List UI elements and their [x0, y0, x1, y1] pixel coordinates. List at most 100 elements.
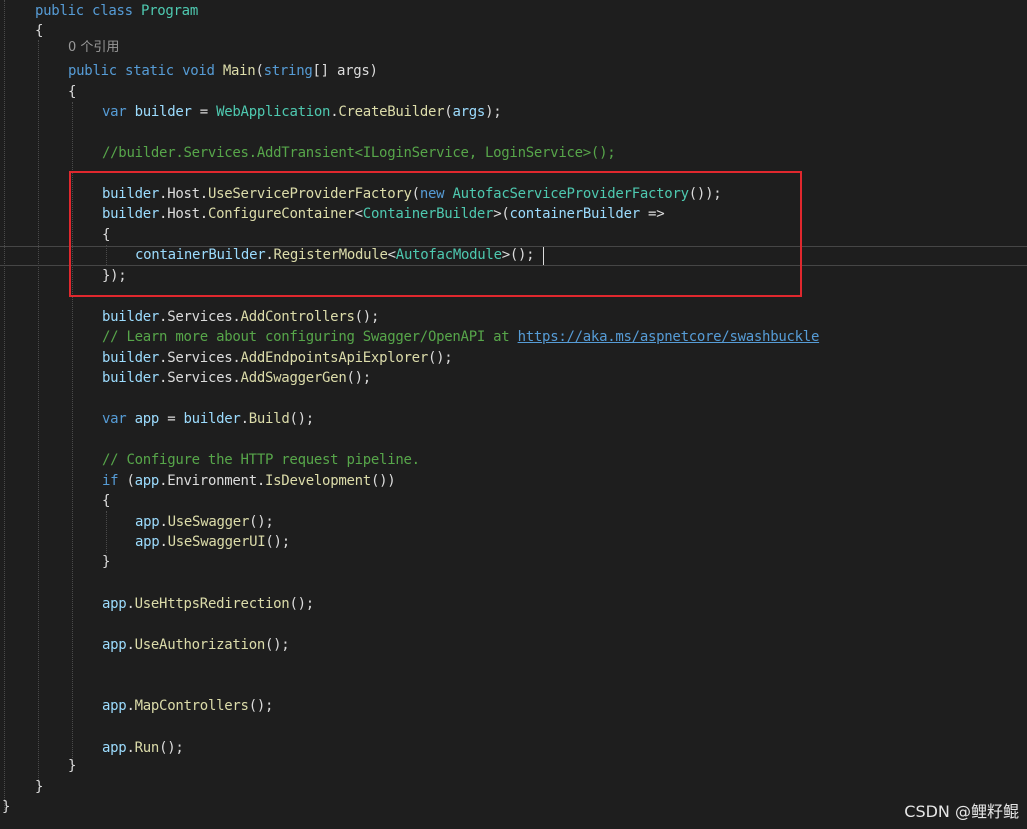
code-token: //builder.Services.AddTransient<ILoginSe… — [102, 145, 616, 161]
code-line[interactable]: var app = builder.Build(); — [102, 409, 314, 429]
code-line[interactable]: } — [102, 552, 110, 572]
code-token: .Environment. — [159, 473, 265, 489]
code-token: ()) — [370, 473, 396, 489]
code-token: { — [35, 23, 44, 39]
code-token: } — [2, 799, 11, 815]
code-token: ( — [126, 473, 135, 489]
code-token: . — [240, 411, 249, 427]
watermark: CSDN @鲤籽鲲 — [904, 802, 1019, 821]
code-token: (); — [289, 596, 314, 612]
code-token: app — [134, 473, 160, 489]
code-token: = — [159, 411, 184, 427]
code-token: WebApplication — [216, 104, 331, 120]
code-token: app — [102, 698, 127, 714]
reference-count-codelens[interactable]: 0 个引用 — [68, 38, 119, 58]
code-line[interactable]: app.Run(); — [102, 738, 184, 758]
code-token: (); — [346, 370, 371, 386]
code-line[interactable]: public class Program — [35, 1, 198, 21]
code-token: app — [135, 514, 160, 530]
code-line[interactable]: app.UseHttpsRedirection(); — [102, 594, 314, 614]
code-line[interactable]: } — [2, 797, 10, 817]
code-line[interactable]: app.MapControllers(); — [102, 696, 273, 716]
code-token: // Learn more about configuring Swagger/… — [102, 329, 518, 345]
code-line[interactable]: app.UseSwagger(); — [135, 512, 274, 532]
code-line[interactable]: // Learn more about configuring Swagger/… — [102, 327, 819, 347]
code-token: .Services. — [159, 350, 241, 366]
code-line[interactable]: } — [68, 756, 76, 776]
code-token: var — [102, 411, 135, 427]
code-token: app — [102, 596, 127, 612]
code-token: UseAuthorization — [134, 637, 266, 653]
code-token: . — [159, 534, 168, 550]
indent-guide — [4, 0, 5, 810]
code-line[interactable]: public static void Main(string[] args) — [68, 61, 378, 81]
highlight-annotation-box — [69, 171, 802, 297]
code-token: AddSwaggerGen — [240, 370, 347, 386]
code-token: (); — [249, 514, 274, 530]
code-line[interactable]: app.UseAuthorization(); — [102, 635, 290, 655]
code-token: } — [102, 554, 111, 570]
code-line[interactable]: } — [35, 777, 43, 797]
code-token: builder — [102, 350, 160, 366]
code-token: Main — [222, 63, 256, 79]
code-token: . — [126, 637, 135, 653]
code-token: { — [102, 493, 111, 509]
code-token: builder — [102, 309, 160, 325]
code-token: var — [102, 104, 135, 120]
code-token: ); — [485, 104, 502, 120]
code-token: (); — [427, 350, 453, 366]
code-token: . — [126, 698, 135, 714]
code-line[interactable]: { — [102, 491, 110, 511]
code-token: app — [102, 637, 127, 653]
code-token: AddControllers — [240, 309, 355, 325]
code-token: (); — [265, 534, 290, 550]
code-editor[interactable]: 0 个引用 public class Program { public static… — [0, 0, 1027, 829]
code-token: builder — [183, 411, 241, 427]
code-token: builder — [134, 104, 192, 120]
code-line[interactable]: //builder.Services.AddTransient<ILoginSe… — [102, 143, 616, 163]
code-token: { — [68, 84, 77, 100]
code-token: IsDevelopment — [265, 473, 371, 489]
code-line[interactable]: if (app.Environment.IsDevelopment()) — [102, 471, 396, 491]
code-token: = — [191, 104, 217, 120]
code-token: . — [126, 740, 135, 756]
code-line[interactable]: builder.Services.AddEndpointsApiExplorer… — [102, 348, 453, 368]
code-token: builder — [102, 370, 160, 386]
code-line[interactable]: { — [68, 82, 76, 102]
code-token: public static void — [68, 63, 223, 79]
code-token: app — [134, 411, 160, 427]
code-token: (); — [354, 309, 380, 325]
code-link[interactable]: https://aka.ms/aspnetcore/swashbuckle — [518, 329, 820, 345]
code-token: (); — [265, 637, 290, 653]
code-line[interactable]: var builder = WebApplication.CreateBuild… — [102, 102, 502, 122]
code-token: string — [263, 63, 313, 79]
code-token: (); — [289, 411, 314, 427]
code-token: UseSwaggerUI — [167, 534, 266, 550]
code-token: . — [159, 514, 168, 530]
code-token: (); — [248, 698, 274, 714]
code-token: ( — [255, 63, 264, 79]
code-token: [] args) — [312, 63, 378, 79]
code-token: app — [135, 534, 160, 550]
code-token: Program — [140, 3, 198, 19]
code-token: UseHttpsRedirection — [134, 596, 290, 612]
code-token: args — [452, 104, 486, 120]
code-token: app — [102, 740, 127, 756]
code-token: Run — [134, 740, 160, 756]
code-line[interactable]: { — [35, 21, 43, 41]
code-token: MapControllers — [134, 698, 249, 714]
code-line[interactable]: app.UseSwaggerUI(); — [135, 532, 290, 552]
code-token: (); — [159, 740, 184, 756]
code-token: AddEndpointsApiExplorer — [240, 350, 429, 366]
code-line[interactable]: // Configure the HTTP request pipeline. — [102, 450, 420, 470]
code-token: } — [35, 779, 44, 795]
code-line[interactable]: builder.Services.AddSwaggerGen(); — [102, 368, 371, 388]
code-token: } — [68, 758, 77, 774]
code-token: public class — [35, 3, 141, 19]
code-token: .Services. — [159, 309, 241, 325]
code-token: if — [102, 473, 127, 489]
indent-guide — [106, 511, 107, 553]
code-token: Build — [248, 411, 290, 427]
code-line[interactable]: builder.Services.AddControllers(); — [102, 307, 379, 327]
indent-guide — [38, 40, 39, 782]
